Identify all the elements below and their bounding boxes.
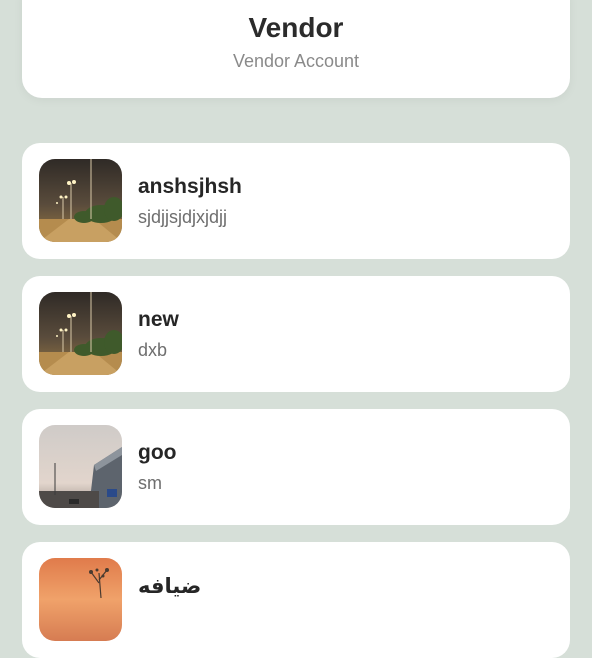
vendor-name: new — [138, 308, 179, 331]
vendor-description: sm — [138, 473, 162, 493]
vendor-card[interactable]: ضيافه — [22, 542, 570, 658]
vendor-image — [39, 425, 122, 508]
vendor-card[interactable]: new dxb — [22, 276, 570, 392]
vendor-name: ضيافه — [138, 575, 202, 598]
vendor-image — [39, 292, 122, 375]
vendor-image — [39, 159, 122, 242]
night-street-palm-trees-image — [39, 159, 122, 242]
vendor-name: anshsjhsh — [138, 175, 242, 198]
vendor-description: dxb — [138, 340, 168, 360]
vendor-header-card: Vendor Vendor Account — [22, 0, 570, 98]
page-title: Vendor — [248, 12, 344, 43]
vendor-card[interactable]: anshsjhsh sjdjjsjdjxjdjj — [22, 143, 570, 259]
vendor-image — [39, 558, 122, 641]
night-street-palm-trees-image — [39, 292, 122, 375]
sunset-image — [39, 558, 122, 641]
page-subtitle: Vendor Account — [232, 51, 360, 71]
vendor-name: goo — [138, 441, 177, 464]
vendor-description: sjdjjsjdjxjdjj — [138, 207, 228, 227]
bridge-sky-image — [39, 425, 122, 508]
vendor-card[interactable]: goo sm — [22, 409, 570, 525]
